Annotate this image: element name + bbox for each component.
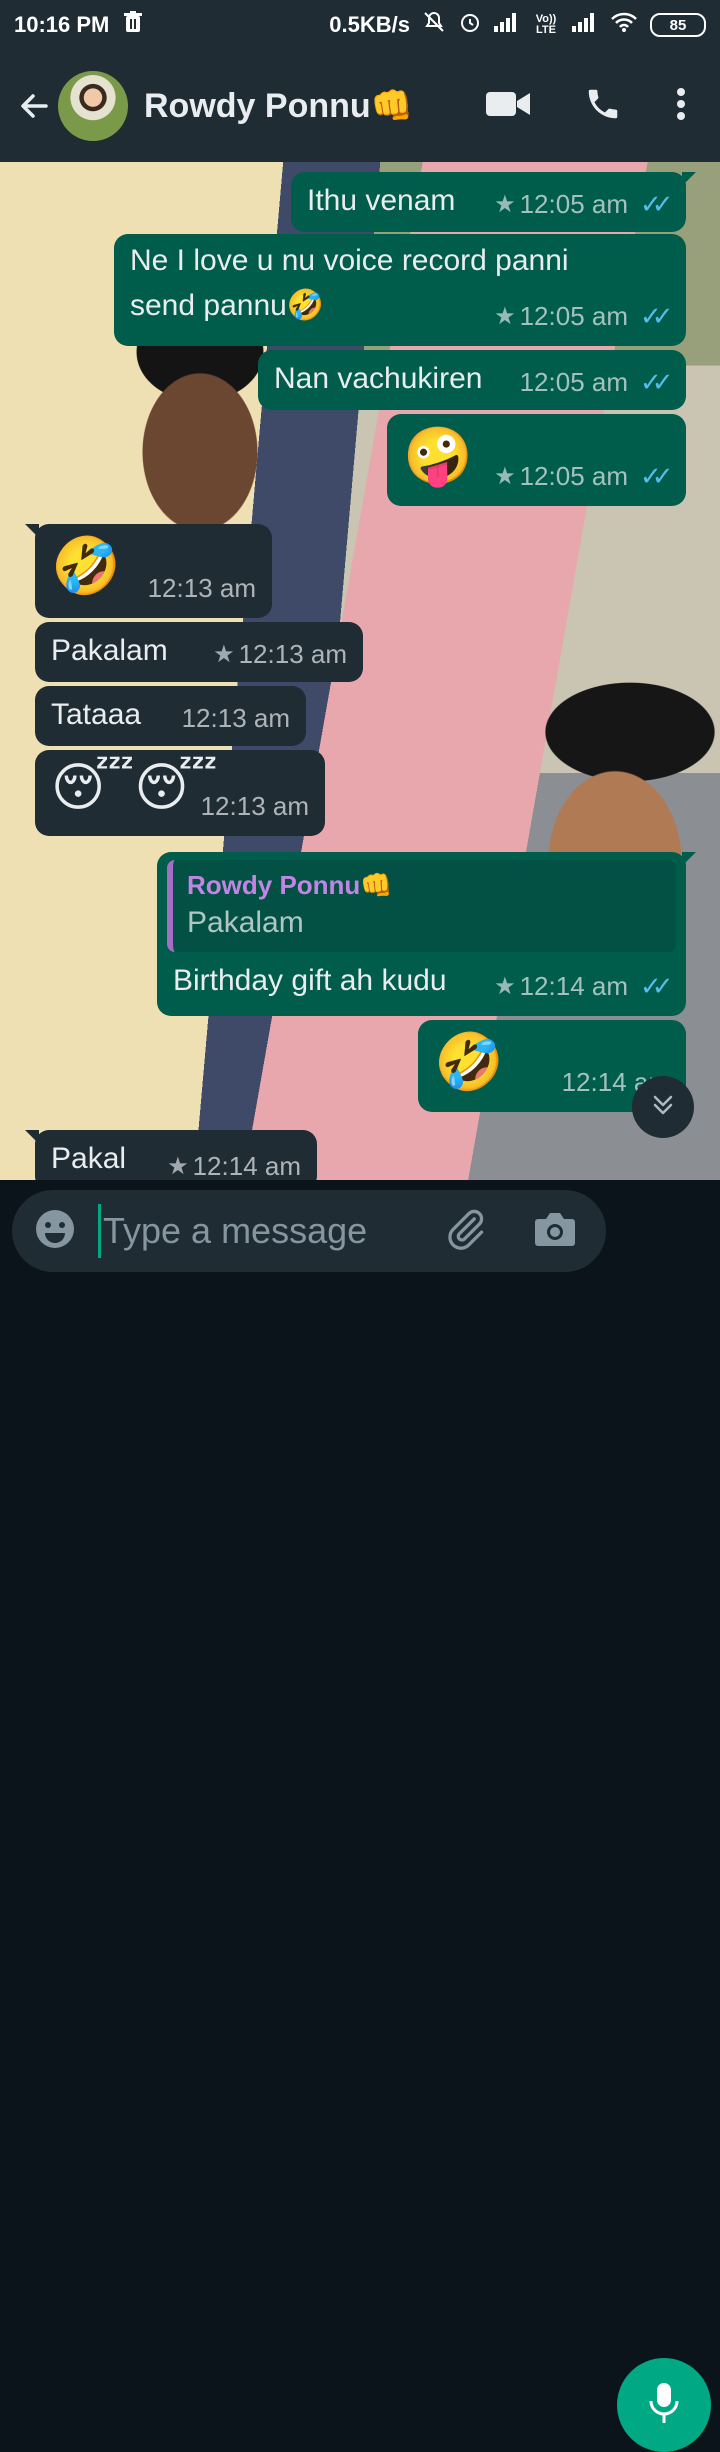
double-check-icon: ✓✓ xyxy=(640,367,674,397)
camera-icon[interactable] xyxy=(534,1210,576,1253)
scroll-down-button[interactable] xyxy=(632,1076,694,1138)
message-bubble-outgoing[interactable]: Nan vachukiren 12:05 am ✓✓ xyxy=(258,350,686,410)
message-text: Pakal xyxy=(51,1142,127,1175)
message-bubble-outgoing[interactable]: Ne I love u nu voice record panni send p… xyxy=(114,234,686,346)
message-bubble-incoming[interactable]: 😴😴 12:13 am xyxy=(35,750,325,836)
double-check-icon: ✓✓ xyxy=(640,189,674,219)
message-bubble-incoming[interactable]: Tataaa 12:13 am xyxy=(35,686,306,746)
message-bubble-outgoing[interactable]: Rowdy Ponnu👊 Pakalam Birthday gift ah ku… xyxy=(157,852,696,1016)
message-text: Tataaa xyxy=(51,698,142,731)
composer-bar: Type a message xyxy=(0,1180,720,2452)
emoji-message: 😴😴 xyxy=(51,759,218,817)
star-icon: ★ xyxy=(494,302,516,330)
message-time: 12:13 am xyxy=(181,703,290,733)
message-text: Nan vachukiren xyxy=(274,362,483,395)
message-bubble-outgoing[interactable]: 🤪 ★ 12:05 am ✓✓ xyxy=(387,414,686,506)
message-time: 12:05 am xyxy=(519,189,628,219)
trash-icon xyxy=(123,11,143,39)
quoted-message[interactable]: Rowdy Ponnu👊 Pakalam xyxy=(167,860,676,952)
more-vert-icon[interactable] xyxy=(676,87,686,126)
star-icon: ★ xyxy=(167,1152,189,1180)
double-check-icon: ✓✓ xyxy=(640,461,674,491)
video-call-icon[interactable] xyxy=(486,90,530,123)
star-icon: ★ xyxy=(494,972,516,1000)
back-arrow-icon[interactable] xyxy=(16,88,52,124)
message-placeholder: Type a message xyxy=(103,1210,368,1251)
avatar[interactable] xyxy=(58,71,128,141)
message-bubble-incoming[interactable]: 🤣 12:13 am xyxy=(25,524,272,618)
emoji-icon[interactable] xyxy=(34,1208,76,1255)
double-check-icon: ✓✓ xyxy=(640,971,674,1001)
scroll-down-icon xyxy=(649,1091,677,1124)
message-input[interactable]: Type a message xyxy=(12,1190,606,1272)
quoted-sender: Rowdy Ponnu👊 xyxy=(187,870,393,900)
mute-icon xyxy=(422,10,446,40)
chat-header: Rowdy Ponnu👊 xyxy=(0,50,720,162)
emoji-message: 🤪 xyxy=(403,424,473,487)
attach-icon[interactable] xyxy=(444,1207,488,1256)
star-icon: ★ xyxy=(494,190,516,218)
message-bubble-outgoing[interactable]: Ithu venam ★ 12:05 am ✓✓ xyxy=(291,172,696,232)
message-time: 12:14 am xyxy=(192,1151,301,1180)
status-bar: 10:16 PM 0.5KB/s Vo)) LTE 85 xyxy=(0,0,720,50)
phone-icon[interactable] xyxy=(584,85,622,128)
message-bubble-incoming[interactable]: Pakalam ★ 12:13 am xyxy=(35,622,363,682)
wifi-icon xyxy=(610,11,638,39)
message-time: 12:14 am xyxy=(519,971,628,1001)
contact-name[interactable]: Rowdy Ponnu👊 xyxy=(144,86,413,126)
message-time: 12:13 am xyxy=(238,639,347,669)
network-speed: 0.5KB/s xyxy=(329,12,410,37)
signal-icon xyxy=(494,12,520,38)
message-time: 12:05 am xyxy=(519,301,628,331)
star-icon: ★ xyxy=(494,462,516,490)
message-time: 12:05 am xyxy=(519,367,628,397)
message-text: Ithu venam xyxy=(307,184,456,217)
message-time: 12:13 am xyxy=(147,573,256,603)
voice-record-button[interactable] xyxy=(617,2358,711,2452)
quoted-text: Pakalam xyxy=(187,906,304,940)
message-time: 12:05 am xyxy=(519,461,628,491)
message-text: Birthday gift ah kudu xyxy=(173,963,447,997)
battery-indicator: 85 xyxy=(650,13,706,37)
text-caret xyxy=(98,1204,101,1258)
alarm-icon xyxy=(458,10,482,40)
emoji-message: 🤣 xyxy=(434,1030,504,1093)
star-icon: ★ xyxy=(213,640,235,668)
emoji-message: 🤣 xyxy=(51,534,121,597)
mic-icon xyxy=(647,2381,681,2430)
chat-wallpaper[interactable]: Ithu venam ★ 12:05 am ✓✓ Ne I love u nu vo… xyxy=(0,162,720,1180)
message-bubble-incoming[interactable]: Pakal ★ 12:14 am xyxy=(25,1130,317,1180)
status-time: 10:16 PM xyxy=(14,12,110,37)
volte-label: Vo)) LTE xyxy=(535,13,557,36)
message-time: 12:13 am xyxy=(200,791,309,821)
signal-icon xyxy=(572,12,598,38)
double-check-icon: ✓✓ xyxy=(640,301,674,331)
message-text: Pakalam xyxy=(51,634,168,667)
